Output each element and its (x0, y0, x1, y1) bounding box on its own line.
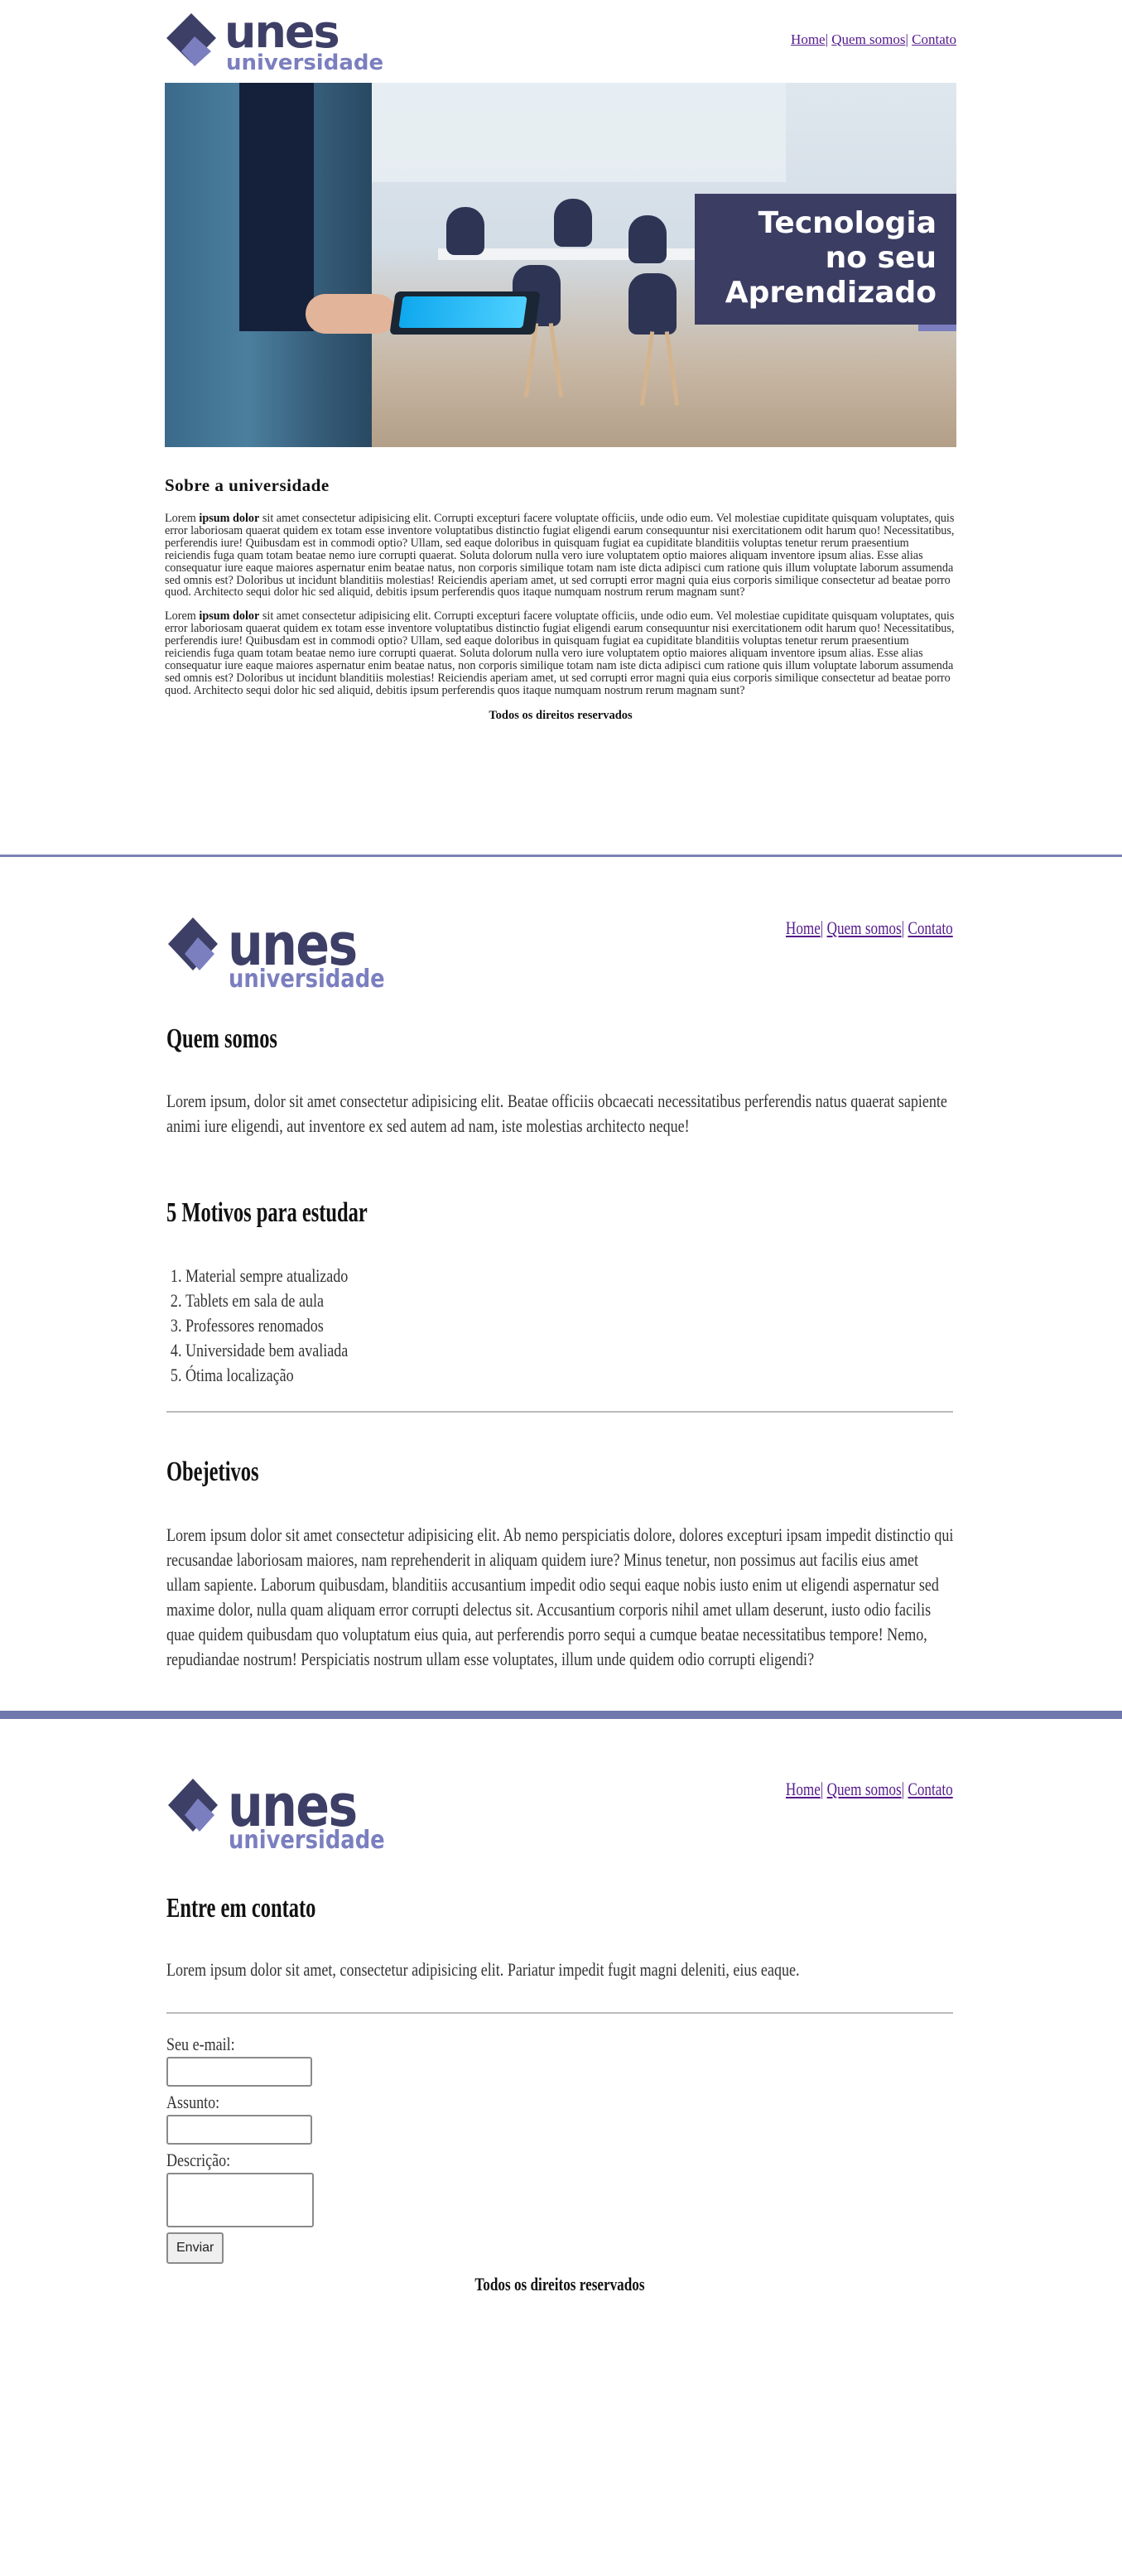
contact-form: Seu e-mail: Assunto: Descrição: Enviar (166, 2034, 314, 2264)
site-header: unes universidade Home| Quem somos| Cont… (165, 0, 956, 83)
logo-diamond-icon (168, 917, 218, 970)
page-contact: unes universidade Home| Quem somos| Cont… (166, 1719, 953, 2294)
logo-subtitle: universidade (226, 51, 384, 75)
logo[interactable]: unes universidade (166, 1749, 385, 1853)
banner-chair (628, 273, 677, 335)
page-divider (0, 855, 1122, 857)
goals-text: Lorem ipsum dolor sit amet consectetur a… (166, 1524, 954, 1669)
list-item: Tablets em sala de aula (185, 1288, 348, 1313)
banner-tagline-line2: no seu (825, 241, 937, 275)
page-divider (0, 1711, 1122, 1719)
nav-about-link[interactable]: Quem somos (831, 31, 905, 47)
list-item: Professores renomados (185, 1313, 348, 1338)
banner-tablet-screen (398, 296, 527, 328)
nav-home-link[interactable]: Home (786, 1779, 821, 1799)
banner-chair (446, 207, 484, 255)
nav-contact-link[interactable]: Contato (908, 917, 953, 938)
nav-separator: | (821, 917, 824, 938)
paragraph-bold-text: ipsum dolor (199, 609, 260, 624)
logo-diamond-icon (168, 1779, 218, 1832)
banner-chair-leg (639, 331, 655, 406)
paragraph-text: sit amet consectetur adipisicing elit. C… (165, 512, 955, 599)
banner-hand (306, 294, 397, 334)
subject-field[interactable] (166, 2115, 312, 2145)
submit-button[interactable]: Enviar (166, 2232, 224, 2264)
nav-about-link[interactable]: Quem somos (827, 917, 902, 938)
email-label: Seu e-mail: (166, 2034, 235, 2054)
email-field[interactable] (166, 2057, 312, 2087)
paragraph-text: sit amet consectetur adipisicing elit. C… (165, 609, 955, 697)
nav-separator: | (825, 31, 828, 47)
nav-contact-link[interactable]: Contato (912, 31, 956, 47)
about-paragraph: Lorem ipsum dolor sit amet consectetur a… (165, 610, 956, 696)
list-item: Material sempre atualizado (185, 1264, 348, 1288)
contact-title: Entre em contato (166, 1893, 316, 1924)
list-item: Ótima localização (185, 1363, 348, 1388)
nav-separator: | (821, 1779, 824, 1799)
goals-title: Obejetivos (166, 1457, 259, 1487)
main-nav: Home| Quem somos| Contato (786, 1779, 953, 1800)
main-nav: Home| Quem somos| Contato (786, 917, 953, 939)
paragraph-text: Lorem (165, 512, 200, 525)
banner-accent-stripe (918, 325, 956, 331)
page-about: unes universidade Home| Quem somos| Cont… (166, 858, 953, 1669)
logo[interactable]: unes universidade (165, 6, 383, 74)
hero-banner: Tecnologia no seu Aprendizado (165, 83, 956, 447)
contact-intro: Lorem ipsum dolor sit amet, consectetur … (166, 1959, 800, 1980)
nav-about-link[interactable]: Quem somos (827, 1779, 902, 1799)
page-home: unes universidade Home| Quem somos| Cont… (165, 0, 956, 723)
description-field[interactable] (166, 2173, 314, 2227)
logo-diamond-icon (166, 13, 216, 66)
reasons-title: 5 Motivos para estudar (166, 1197, 368, 1228)
banner-wall (372, 83, 786, 182)
nav-separator: | (905, 31, 908, 47)
banner-chair-leg (664, 331, 680, 406)
list-item: Universidade bem avaliada (185, 1338, 348, 1363)
nav-home-link[interactable]: Home (786, 917, 821, 938)
reasons-list: Material sempre atualizado Tablets em sa… (166, 1264, 348, 1388)
logo-wordmark: unes (224, 6, 340, 58)
banner-shirt (239, 83, 314, 331)
section-title: Sobre a universidade (165, 475, 330, 495)
about-paragraph: Lorem ipsum dolor sit amet consectetur a… (165, 513, 956, 599)
logo-subtitle: universidade (229, 965, 385, 994)
nav-home-link[interactable]: Home (791, 31, 826, 47)
section-divider (166, 1411, 953, 1413)
banner-chair (554, 199, 592, 247)
banner-chair (628, 215, 667, 263)
about-text: Lorem ipsum, dolor sit amet consectetur … (166, 1091, 947, 1136)
nav-separator: | (901, 917, 905, 938)
page-footer: Todos os direitos reservados (489, 708, 633, 722)
site-header: unes universidade Home| Quem somos| Cont… (166, 858, 953, 992)
main-nav: Home| Quem somos| Contato (791, 31, 956, 48)
paragraph-text: Lorem (165, 609, 200, 624)
logo-subtitle: universidade (229, 1826, 385, 1855)
nav-separator: | (901, 1779, 905, 1799)
about-title: Quem somos (166, 1023, 277, 1054)
page-footer: Todos os direitos reservados (474, 2274, 645, 2294)
site-header: unes universidade Home| Quem somos| Cont… (166, 1719, 953, 1853)
banner-chair-leg (548, 323, 564, 397)
description-label: Descrição: (166, 2150, 231, 2170)
banner-tagline-line1: Tecnologia (758, 206, 937, 240)
banner-tagline-line3: Aprendizado (725, 276, 937, 310)
logo[interactable]: unes universidade (166, 888, 385, 992)
subject-label: Assunto: (166, 2092, 220, 2112)
paragraph-bold-text: ipsum dolor (199, 512, 260, 525)
nav-contact-link[interactable]: Contato (908, 1779, 953, 1799)
section-divider (166, 2012, 953, 2014)
